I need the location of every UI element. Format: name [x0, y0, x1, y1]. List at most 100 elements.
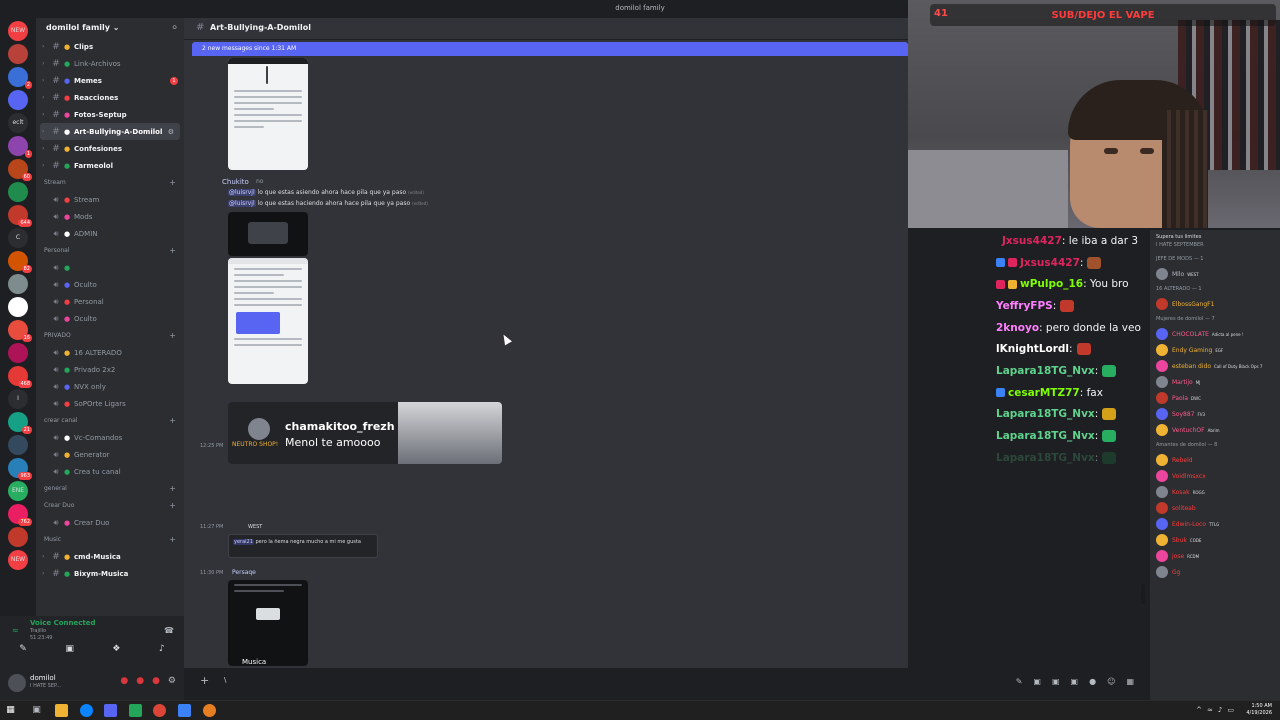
- channel-item[interactable]: 🔊︎ ● ADMIN: [36, 225, 184, 242]
- member-item[interactable]: Gg: [1150, 564, 1280, 580]
- server-icon[interactable]: eclt: [8, 113, 28, 133]
- translate-icon[interactable]: ✎: [1016, 677, 1023, 686]
- channel-item[interactable]: › # ● Fotos-Septup: [36, 106, 184, 123]
- server-icon[interactable]: [8, 297, 28, 317]
- channel-item[interactable]: 🔊︎ ● Vc-Comandos: [36, 429, 184, 446]
- gift-icon[interactable]: ▣: [1033, 677, 1041, 686]
- avatar[interactable]: [8, 674, 26, 692]
- image-attachment[interactable]: Musica: [228, 580, 308, 666]
- channel-item[interactable]: › # ● Link-Archivos: [36, 55, 184, 72]
- channel-category[interactable]: Music +: [36, 531, 184, 548]
- server-icon[interactable]: [8, 182, 28, 202]
- message-input-text[interactable]: \: [224, 676, 226, 684]
- channel-settings-icon[interactable]: ⚙: [168, 128, 174, 136]
- member-item[interactable]: Mllo WEST: [1150, 266, 1280, 282]
- server-icon[interactable]: [8, 90, 28, 110]
- server-icon[interactable]: ENE: [8, 481, 28, 501]
- file-explorer-icon[interactable]: [55, 704, 68, 717]
- gear-icon[interactable]: ⚙: [168, 676, 176, 686]
- channel-item[interactable]: › # ● cmd-Musica: [36, 548, 184, 565]
- channel-category[interactable]: PRIVADO +: [36, 327, 184, 344]
- emoji-icon[interactable]: ☺: [1107, 677, 1115, 686]
- channel-category[interactable]: Personal +: [36, 242, 184, 259]
- channel-item[interactable]: › # ● Bixym-Musica: [36, 565, 184, 582]
- server-icon[interactable]: 963: [8, 458, 32, 480]
- message-author[interactable]: Persaqe: [232, 569, 256, 576]
- member-item[interactable]: Paola DWC: [1150, 390, 1280, 406]
- channel-item[interactable]: 🔊︎ ● Personal: [36, 293, 184, 310]
- server-icon[interactable]: 644: [8, 205, 32, 227]
- channel-category[interactable]: Stream +: [36, 174, 184, 191]
- channel-item[interactable]: 🔊︎ ● Stream: [36, 191, 184, 208]
- signal-icon[interactable]: ≈: [12, 626, 19, 635]
- member-item[interactable]: Voidlmsxcx: [1150, 468, 1280, 484]
- scrollbar[interactable]: [1141, 584, 1145, 604]
- new-messages-text[interactable]: 2 new messages since 1:31 AM: [202, 45, 296, 52]
- server-icon[interactable]: 1: [8, 136, 32, 158]
- server-icon[interactable]: 2: [8, 67, 32, 89]
- member-item[interactable]: Endy Gaming EGF: [1150, 342, 1280, 358]
- message-input[interactable]: + \ ✎ ▣ ▣ ▣ ● ☺ ▦: [192, 672, 1138, 692]
- discord-icon[interactable]: [104, 704, 117, 717]
- member-item[interactable]: soliteab: [1150, 500, 1280, 516]
- member-item[interactable]: esteban dido Call of Duty Black Ops 7: [1150, 358, 1280, 374]
- activities-icon[interactable]: ❖: [112, 644, 120, 654]
- member-item[interactable]: Sbuk CODE: [1150, 532, 1280, 548]
- server-icon[interactable]: NEW: [8, 550, 28, 570]
- create-channel-icon[interactable]: +: [169, 484, 176, 493]
- app-icon[interactable]: [178, 704, 191, 717]
- channel-item[interactable]: 🔊︎ ● Crear Duo: [36, 514, 184, 531]
- image-attachment[interactable]: [228, 258, 308, 384]
- server-name[interactable]: domilol family ⌄: [46, 18, 119, 38]
- server-icon[interactable]: [8, 343, 28, 363]
- deafen-icon[interactable]: ●: [136, 676, 144, 686]
- user-mention[interactable]: @luisrvjl: [228, 200, 256, 207]
- server-icon[interactable]: [8, 274, 28, 294]
- server-icon[interactable]: 82: [8, 251, 32, 273]
- reply-preview[interactable]: yerai21 pero la ñema negra mucho a mi me…: [228, 534, 378, 558]
- camera-off-icon[interactable]: ✎: [19, 644, 27, 654]
- mute-icon[interactable]: ●: [120, 676, 128, 686]
- screen-share-icon[interactable]: ▣: [65, 644, 74, 654]
- server-icon[interactable]: [8, 435, 28, 455]
- user-mention[interactable]: @luisrvjl: [228, 189, 256, 196]
- chrome-icon[interactable]: [153, 704, 166, 717]
- channel-item[interactable]: 🔊︎ ● SoPOrte Ligars: [36, 395, 184, 412]
- create-channel-icon[interactable]: +: [169, 178, 176, 187]
- channel-item[interactable]: 🔊︎ ● 16 ALTERADO: [36, 344, 184, 361]
- member-item[interactable]: ElbossGangF1: [1150, 296, 1280, 312]
- server-icon[interactable]: I: [8, 389, 28, 409]
- channel-item[interactable]: 🔊︎ ● Crea tu canal: [36, 463, 184, 480]
- channel-item[interactable]: 🔊︎ ● Privado 2x2: [36, 361, 184, 378]
- channel-item[interactable]: 🔊︎ ● Generator: [36, 446, 184, 463]
- member-item[interactable]: Rebeld: [1150, 452, 1280, 468]
- server-icon[interactable]: NEW: [8, 21, 28, 41]
- sticker-icon[interactable]: ▣: [1071, 677, 1079, 686]
- create-channel-icon[interactable]: +: [169, 416, 176, 425]
- channel-item[interactable]: › # ● Memes 1: [36, 72, 184, 89]
- chevron-up-icon[interactable]: ^: [1196, 706, 1202, 714]
- channel-item[interactable]: 🔊︎ ● Mods: [36, 208, 184, 225]
- channel-item[interactable]: › # ● Clips: [36, 38, 184, 55]
- apps-icon[interactable]: ●: [1089, 677, 1096, 686]
- channel-category[interactable]: crear canal +: [36, 412, 184, 429]
- channel-item[interactable]: 🔊︎ ● Oculto: [36, 310, 184, 327]
- image-attachment[interactable]: [228, 58, 308, 170]
- server-icon[interactable]: 21: [8, 412, 32, 434]
- app-icon[interactable]: [129, 704, 142, 717]
- member-item[interactable]: Kosak ROGG: [1150, 484, 1280, 500]
- add-member-icon[interactable]: ⚪: [171, 18, 178, 38]
- stream-icon[interactable]: ●: [152, 676, 160, 686]
- edge-icon[interactable]: [80, 704, 93, 717]
- server-icon[interactable]: 468: [8, 366, 32, 388]
- server-icon[interactable]: 762: [8, 504, 32, 526]
- video-embed[interactable]: chamakitoo_frezh Menol te amoooo NEUTRO …: [228, 402, 502, 464]
- channel-item[interactable]: › # ● Farmeolol: [36, 157, 184, 174]
- member-item[interactable]: Martijo MJ: [1150, 374, 1280, 390]
- create-channel-icon[interactable]: +: [169, 331, 176, 340]
- clock[interactable]: 1:50 AM 4/19/2026: [1246, 703, 1272, 717]
- message-author[interactable]: Chukito: [222, 178, 249, 186]
- member-item[interactable]: CHOCOLATE Adicta al pene !: [1150, 326, 1280, 342]
- disconnect-icon[interactable]: ☎: [164, 626, 174, 635]
- member-item[interactable]: Soy887 FV3: [1150, 406, 1280, 422]
